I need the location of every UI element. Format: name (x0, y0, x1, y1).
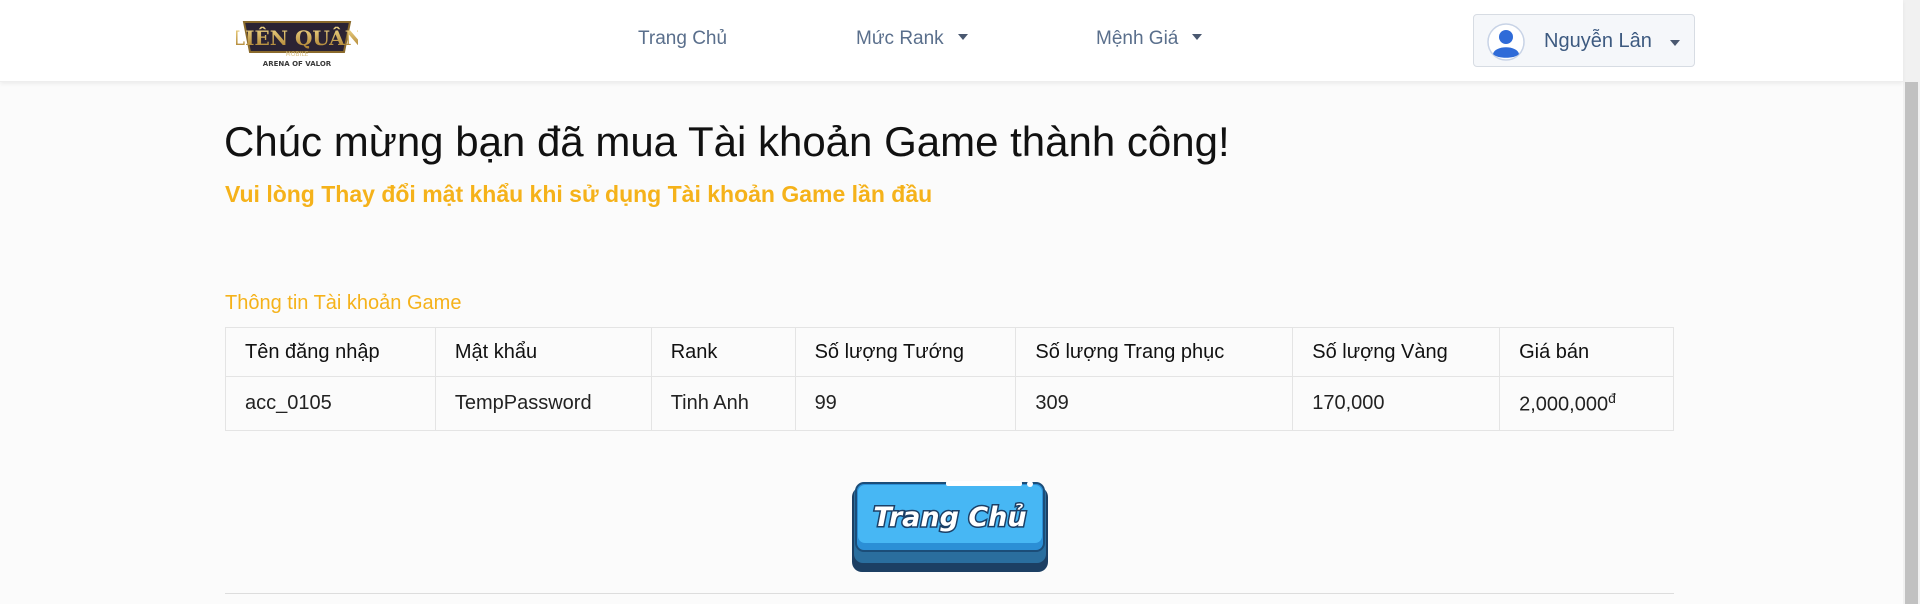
caret-down-icon (1670, 40, 1680, 46)
cell-gold: 170,000 (1292, 376, 1501, 431)
col-header-rank: Rank (650, 327, 796, 377)
svg-text:MOBILE: MOBILE (286, 51, 309, 58)
col-header-gold: Số lượng Vàng (1292, 327, 1501, 377)
price-value: 2,000,000 (1519, 393, 1609, 416)
caret-down-icon (1192, 34, 1203, 40)
col-header-password: Mật khẩu (434, 327, 652, 377)
cell-password: TempPassword (434, 376, 652, 431)
password-warning: Vui lòng Thay đổi mật khẩu khi sử dụng T… (225, 181, 933, 207)
home-button-label: Trang Chủ (873, 502, 1026, 533)
caret-down-icon (957, 34, 968, 40)
user-name: Nguyễn Lân (1544, 30, 1652, 52)
lien-quan-logo[interactable]: LIÊN QUÂN MOBILE ARENA OF VALOR (231, 12, 363, 68)
nav-home-link[interactable]: Trang Chủ (638, 28, 727, 50)
success-title: Chúc mừng bạn đã mua Tài khoản Game thàn… (224, 118, 1230, 165)
col-header-username: Tên đăng nhập (225, 327, 436, 377)
currency-symbol: đ (1608, 390, 1616, 407)
table-header-row: Tên đăng nhập Mật khẩu Rank Số lượng Tướ… (225, 327, 1674, 377)
col-header-heroes: Số lượng Tướng (794, 327, 1017, 377)
divider (225, 593, 1674, 594)
user-avatar-icon (1487, 23, 1525, 61)
cell-rank: Tinh Anh (650, 376, 796, 431)
nav-rank-label: Mức Rank (856, 28, 944, 49)
cell-skins: 309 (1015, 376, 1294, 431)
nav-price-label: Mệnh Giá (1096, 28, 1179, 49)
account-info-label: Thông tin Tài khoản Game (225, 292, 462, 314)
col-header-skins: Số lượng Trang phục (1015, 327, 1294, 377)
svg-text:LIÊN QUÂN: LIÊN QUÂN (236, 26, 358, 50)
account-info-table: Tên đăng nhập Mật khẩu Rank Số lượng Tướ… (225, 327, 1674, 431)
cell-username: acc_0105 (225, 376, 436, 431)
navbar: LIÊN QUÂN MOBILE ARENA OF VALOR Trang Ch… (0, 0, 1903, 82)
table-row: acc_0105 TempPassword Tinh Anh 99 309 17… (225, 376, 1674, 431)
col-header-price: Giá bán (1499, 327, 1674, 377)
cell-heroes: 99 (794, 376, 1017, 431)
scrollbar-thumb[interactable] (1905, 82, 1918, 604)
vertical-scrollbar[interactable] (1903, 0, 1920, 604)
home-button[interactable]: Trang Chủ (850, 477, 1050, 574)
nav-rank-dropdown[interactable]: Mức Rank (856, 28, 968, 50)
svg-text:ARENA OF VALOR: ARENA OF VALOR (263, 60, 332, 68)
user-menu-button[interactable]: Nguyễn Lân (1473, 14, 1695, 67)
nav-home-label: Trang Chủ (638, 28, 728, 49)
cell-price: 2,000,000đ (1499, 376, 1674, 431)
nav-price-dropdown[interactable]: Mệnh Giá (1096, 28, 1203, 50)
